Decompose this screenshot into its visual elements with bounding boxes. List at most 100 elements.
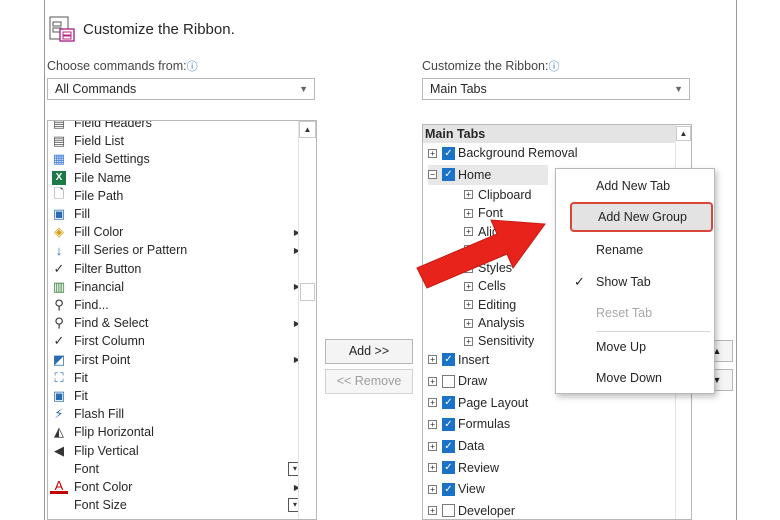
expand-icon[interactable]: +: [464, 336, 473, 346]
command-list-item[interactable]: Font ▾: [48, 460, 302, 478]
chevron-down-icon: ▼: [674, 84, 683, 94]
scroll-up-icon[interactable]: ▲: [299, 121, 316, 138]
add-button[interactable]: Add >>: [325, 339, 413, 364]
collapse-icon[interactable]: −: [428, 170, 437, 180]
commands-scrollbar[interactable]: ▲: [298, 121, 316, 519]
expand-icon[interactable]: +: [428, 419, 437, 429]
menu-move-up[interactable]: Move Up: [556, 332, 714, 362]
commands-list[interactable]: Font Size ▾ A Font Color ▶ Font ▾ ◀ Flip Vertica…: [47, 120, 317, 520]
tab-checkbox[interactable]: [442, 374, 455, 388]
menu-show-tab-label: Show Tab: [596, 275, 651, 289]
tab-checkbox[interactable]: ✓: [442, 461, 455, 475]
command-list-item[interactable]: ✓ First Column: [48, 332, 300, 350]
menu-reset-tab[interactable]: Reset Tab: [556, 298, 714, 328]
menu-show-tab[interactable]: ✓ Show Tab: [556, 267, 714, 297]
section-header: Customize the Ribbon.: [45, 14, 235, 44]
expand-icon[interactable]: +: [464, 190, 473, 200]
tab-checkbox[interactable]: [442, 504, 455, 518]
tab-checkbox[interactable]: ✓: [442, 482, 455, 496]
expand-icon[interactable]: +: [428, 506, 437, 516]
command-list-item[interactable]: 🗋 File Path: [48, 186, 300, 205]
tab-checkbox[interactable]: ✓: [442, 439, 455, 453]
fill-down-icon: ↓: [55, 242, 63, 258]
tab-checkbox[interactable]: ✓: [442, 396, 455, 410]
command-list-item[interactable]: A Font Color ▶: [48, 478, 300, 496]
customize-ribbon-icon: [49, 16, 75, 42]
expand-icon[interactable]: +: [428, 376, 437, 386]
expand-icon[interactable]: +: [428, 463, 437, 473]
expand-icon[interactable]: +: [428, 484, 437, 494]
checkmark-icon: ✓: [53, 260, 65, 276]
fit-icon: ⛶: [54, 369, 64, 385]
menu-rename[interactable]: Rename: [556, 235, 714, 265]
choose-commands-label: Choose commands from:ⓘ: [47, 58, 198, 74]
tree-tab-item[interactable]: + ✓ Page Layout: [428, 393, 528, 413]
command-list-item[interactable]: ⚲ Find...: [48, 296, 300, 314]
menu-add-new-tab[interactable]: Add New Tab: [556, 171, 714, 201]
checkmark-icon: ✓: [53, 333, 65, 349]
command-label: Fit: [74, 389, 88, 403]
choose-commands-dropdown[interactable]: All Commands ▼: [47, 78, 315, 100]
tree-tab-item[interactable]: + ✓ Background Removal: [428, 143, 578, 163]
menu-move-down-label: Move Down: [596, 371, 662, 385]
tree-group-item[interactable]: + Analysis: [464, 313, 525, 333]
tree-group-item[interactable]: + Sensitivity: [464, 331, 534, 351]
tree-tab-item[interactable]: + ✓ View: [428, 479, 485, 499]
customize-ribbon-value: Main Tabs: [430, 82, 487, 96]
expand-icon[interactable]: +: [464, 300, 473, 310]
blank-icon: [50, 497, 68, 513]
customize-ribbon-label-text: Customize the Ribbon:: [422, 59, 549, 73]
tree-item-label: Analysis: [478, 316, 525, 330]
tree-group-item[interactable]: + Clipboard: [464, 185, 532, 205]
command-list-item[interactable]: ↓ Fill Series or Pattern ▶: [48, 241, 300, 259]
expand-icon[interactable]: +: [428, 441, 437, 451]
customize-ribbon-dropdown[interactable]: Main Tabs ▼: [422, 78, 690, 100]
command-list-item[interactable]: ▤ Field List: [48, 132, 300, 150]
command-list-item[interactable]: ▣ Fill: [48, 205, 300, 223]
menu-rename-label: Rename: [596, 243, 644, 257]
command-list-item[interactable]: ▤ Field Headers: [48, 120, 300, 132]
command-list-item[interactable]: ▣ Fit: [48, 387, 300, 405]
tab-checkbox[interactable]: ✓: [442, 353, 455, 367]
expand-icon[interactable]: +: [464, 318, 473, 328]
menu-move-down[interactable]: Move Down: [556, 363, 714, 393]
remove-button[interactable]: << Remove: [325, 369, 413, 394]
tab-checkbox[interactable]: ✓: [442, 417, 455, 431]
tree-tab-item[interactable]: + ✓ Review: [428, 458, 499, 478]
command-list-item[interactable]: ◩ First Point ▶: [48, 351, 300, 369]
command-list-item[interactable]: ▥ Financial ▶: [48, 278, 300, 296]
tree-tab-item[interactable]: + ✓ Insert: [428, 350, 489, 370]
menu-reset-tab-label: Reset Tab: [596, 306, 653, 320]
info-icon: ⓘ: [186, 61, 198, 73]
tree-tab-item[interactable]: − ✓ Home: [428, 164, 548, 185]
tab-checkbox[interactable]: ✓: [442, 146, 455, 160]
command-list-item[interactable]: ◈ Fill Color ▶: [48, 223, 300, 241]
command-list-item[interactable]: ◀ Flip Vertical: [48, 442, 300, 460]
tree-tab-item[interactable]: + ✓ Data: [428, 436, 484, 456]
command-list-item[interactable]: ◭ Flip Horizontal: [48, 423, 300, 441]
tree-tab-item[interactable]: + Draw: [428, 371, 487, 391]
find-select-icon: ⚲: [54, 315, 64, 331]
tab-checkbox[interactable]: ✓: [442, 168, 455, 182]
scroll-thumb[interactable]: [300, 283, 315, 301]
expand-icon[interactable]: +: [428, 355, 437, 365]
command-label: Font Color: [74, 480, 133, 494]
tree-tab-item[interactable]: + ✓ Formulas: [428, 414, 510, 434]
blank-icon: [50, 461, 68, 477]
command-list-item[interactable]: ⚲ Find & Select ▶: [48, 314, 300, 332]
command-list-item[interactable]: ▦ Field Settings: [48, 150, 300, 168]
add-button-label: Add >>: [348, 344, 390, 358]
field-headers-icon: ▤: [52, 120, 66, 130]
tree-tab-item[interactable]: + Developer: [428, 501, 515, 519]
chevron-down-icon: ▼: [299, 84, 308, 94]
menu-add-new-group[interactable]: Add New Group: [570, 202, 713, 232]
expand-icon[interactable]: +: [428, 148, 437, 158]
command-list-item[interactable]: ✓ Filter Button: [48, 260, 300, 278]
command-list-item[interactable]: ⚡ Flash Fill: [48, 405, 300, 423]
command-list-item[interactable]: X File Name: [48, 169, 300, 187]
scroll-up-icon[interactable]: ▲: [676, 126, 691, 141]
expand-icon[interactable]: +: [428, 398, 437, 408]
tree-item-label: Background Removal: [458, 146, 578, 160]
command-list-item[interactable]: ⛶ Fit: [48, 369, 300, 387]
command-list-item[interactable]: Font Size ▾: [48, 496, 302, 514]
